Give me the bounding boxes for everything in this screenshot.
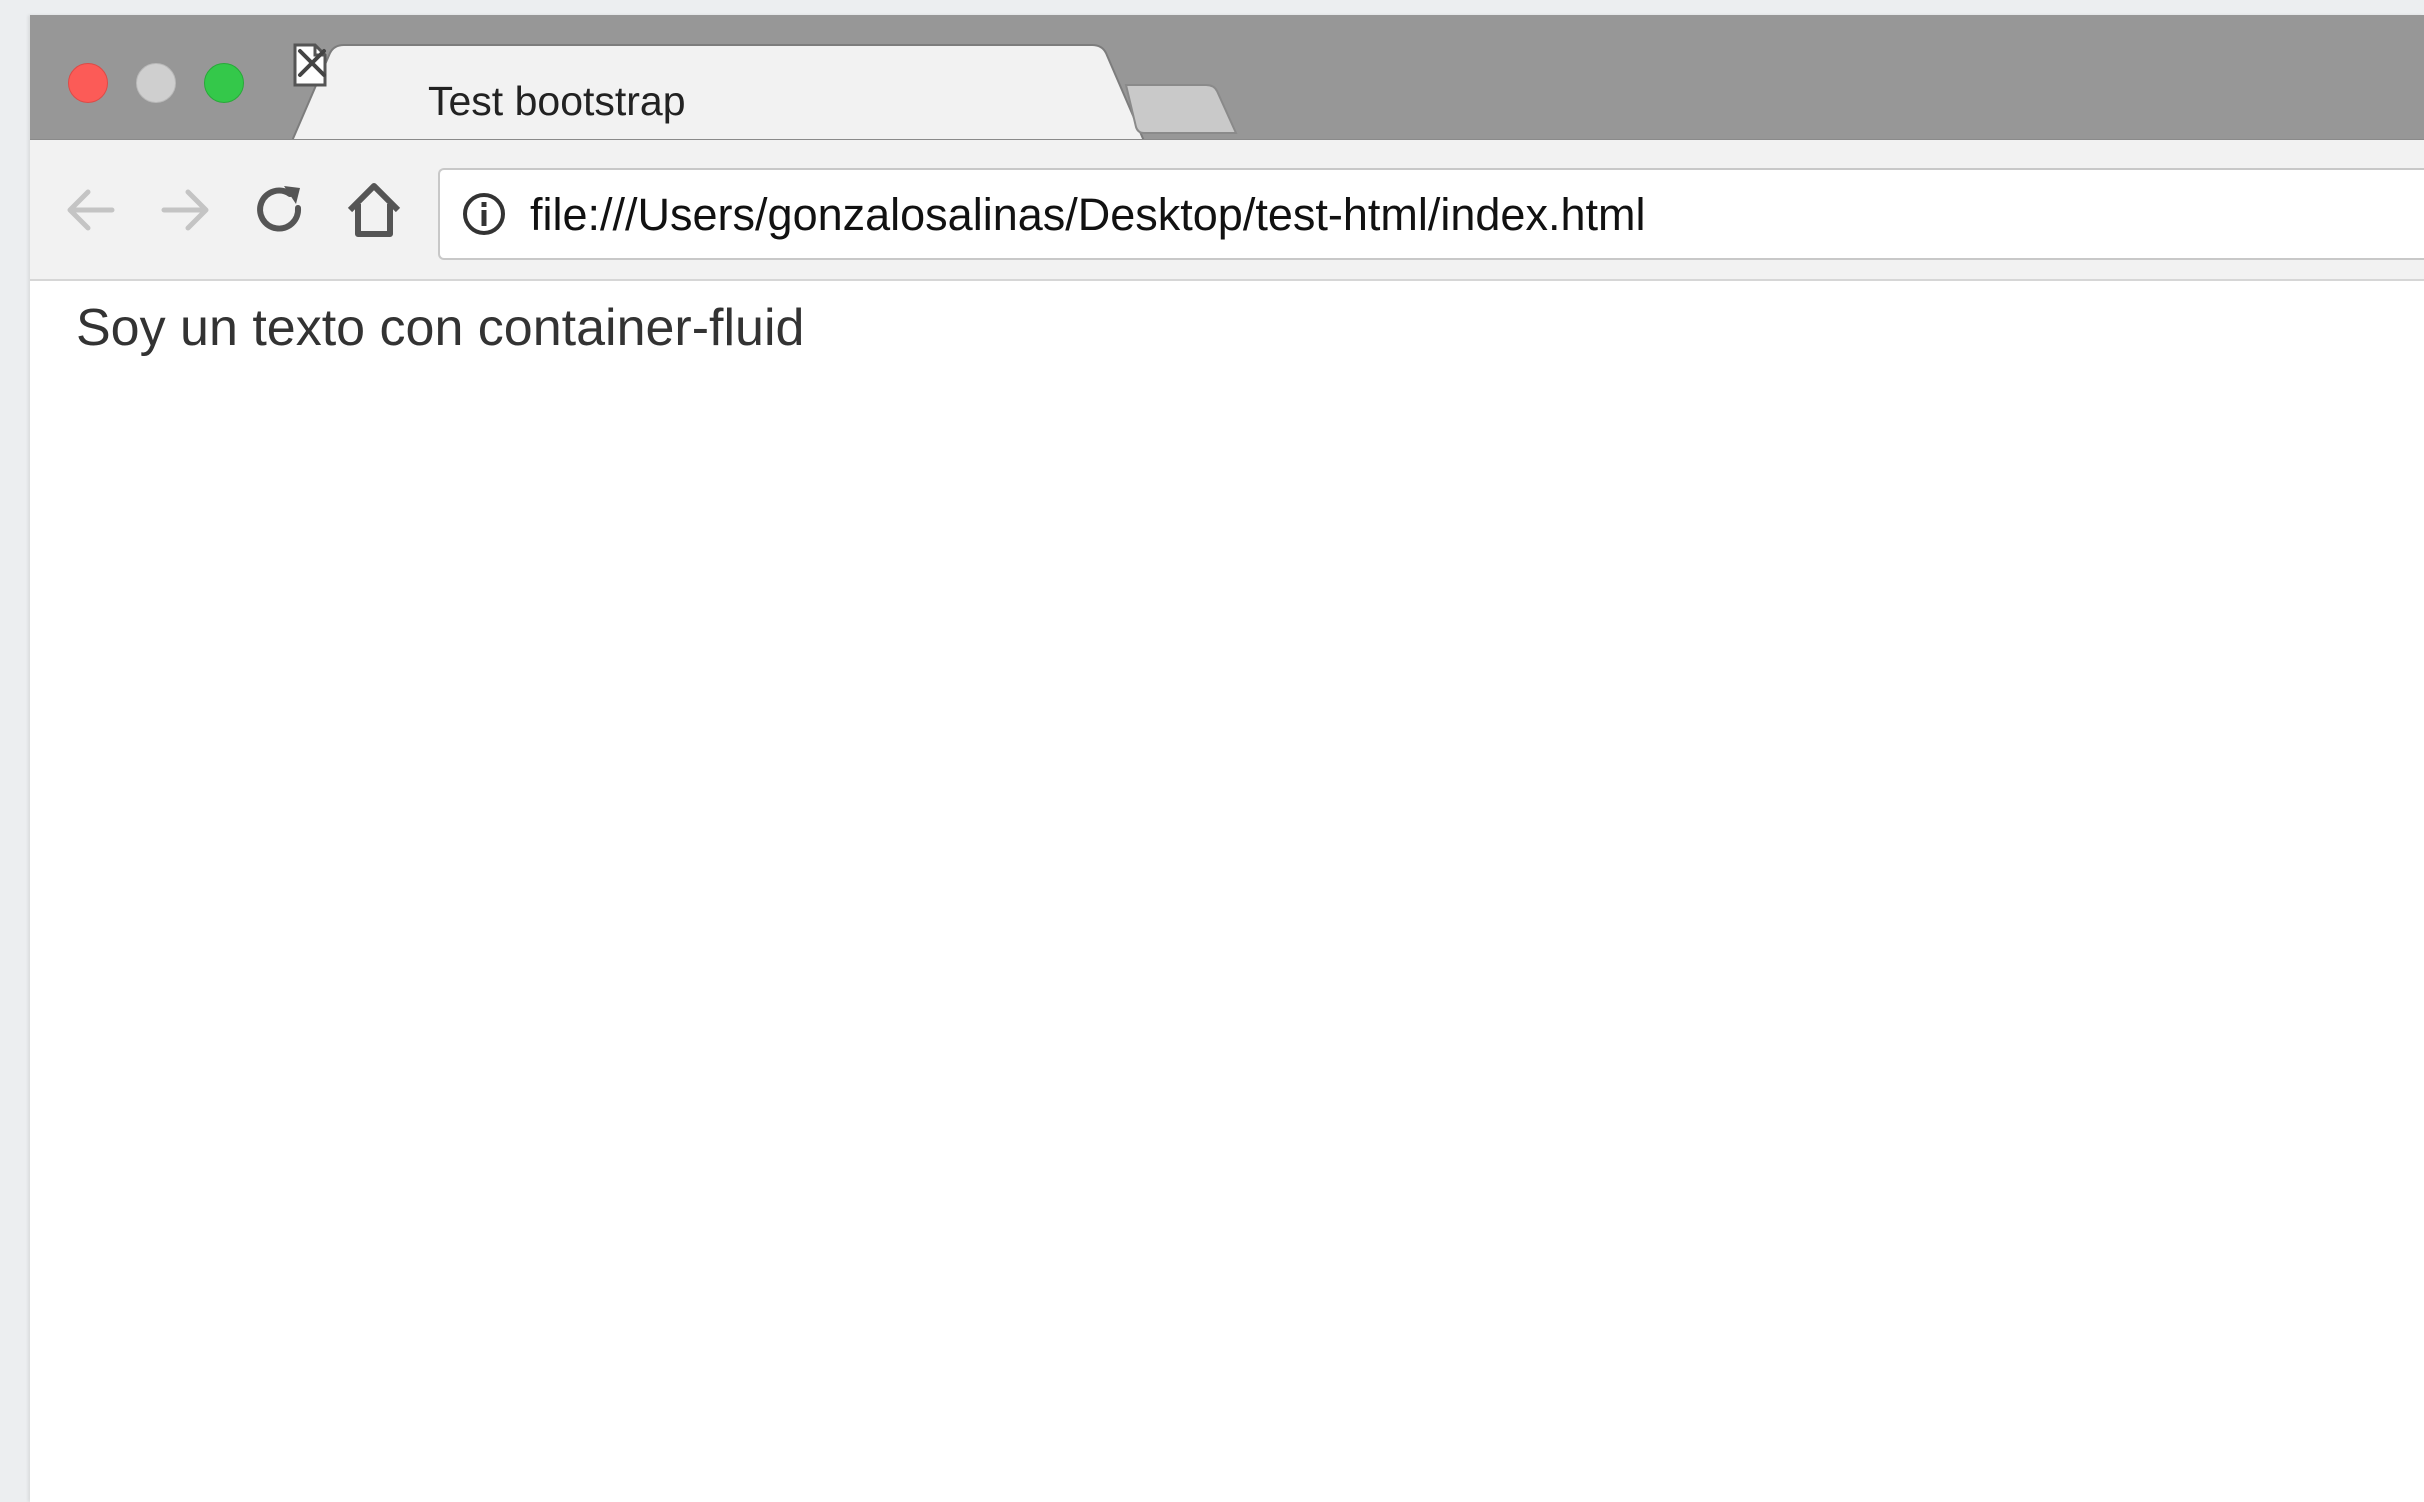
url-text[interactable]: file:///Users/gonzalosalinas/Desktop/tes… (530, 192, 1645, 237)
tab-active[interactable]: Test bootstrap (292, 43, 1154, 143)
home-icon[interactable] (342, 178, 406, 242)
browser-window: Test bootstrap file:///Users/gonzalosali… (30, 15, 2424, 1502)
back-arrow-icon[interactable] (60, 178, 124, 242)
address-bar[interactable]: file:///Users/gonzalosalinas/Desktop/tes… (438, 168, 2424, 260)
maximize-window-button[interactable] (204, 63, 244, 103)
tab-strip: Test bootstrap (30, 15, 2424, 143)
info-icon[interactable] (460, 190, 508, 238)
close-tab-icon[interactable] (292, 43, 332, 83)
new-tab-button[interactable] (1122, 81, 1240, 135)
tab-shape (292, 44, 1146, 142)
browser-toolbar: file:///Users/gonzalosalinas/Desktop/tes… (30, 139, 2424, 281)
reload-icon[interactable] (248, 178, 312, 242)
forward-arrow-icon[interactable] (152, 178, 216, 242)
close-window-button[interactable] (68, 63, 108, 103)
minimize-window-button[interactable] (136, 63, 176, 103)
page-text: Soy un texto con container-fluid (76, 299, 805, 357)
tab-title: Test bootstrap (428, 78, 686, 124)
page-content: Soy un texto con container-fluid (30, 281, 2424, 1502)
